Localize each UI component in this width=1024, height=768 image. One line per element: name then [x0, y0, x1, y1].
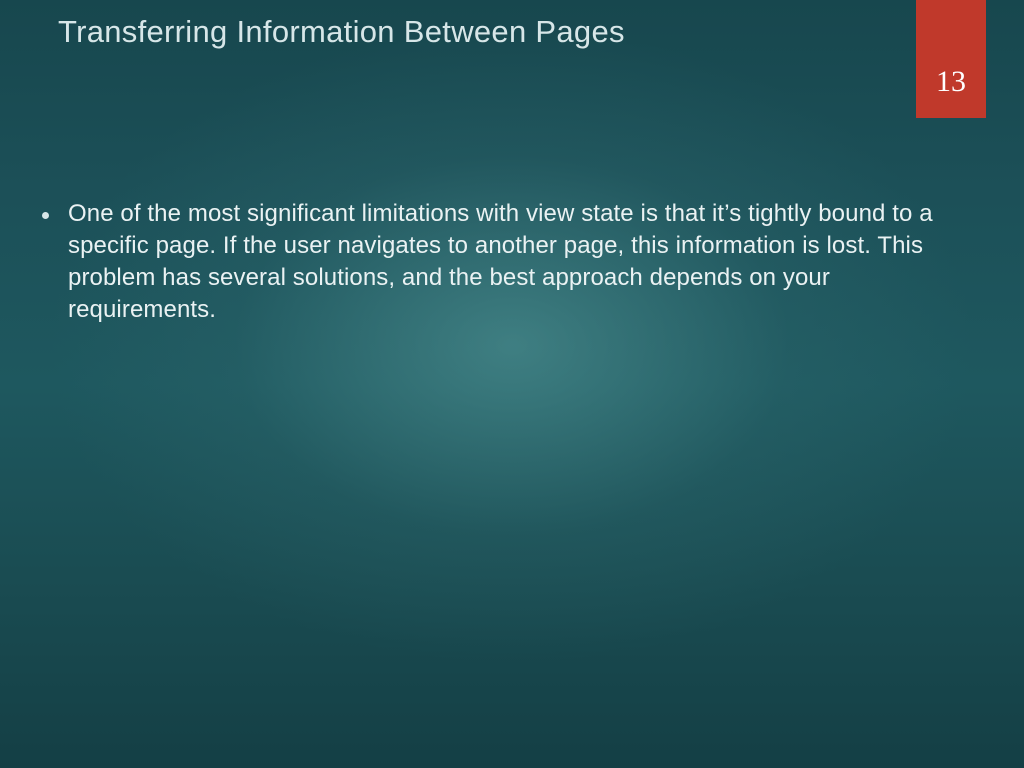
- slide-title: Transferring Information Between Pages: [58, 14, 625, 50]
- bullet-text: One of the most significant limitations …: [68, 198, 972, 326]
- slide-body: One of the most significant limitations …: [68, 198, 972, 326]
- page-number: 13: [936, 65, 966, 99]
- bullet-icon: [42, 212, 49, 219]
- list-item: One of the most significant limitations …: [68, 198, 972, 326]
- page-number-badge: 13: [916, 0, 986, 118]
